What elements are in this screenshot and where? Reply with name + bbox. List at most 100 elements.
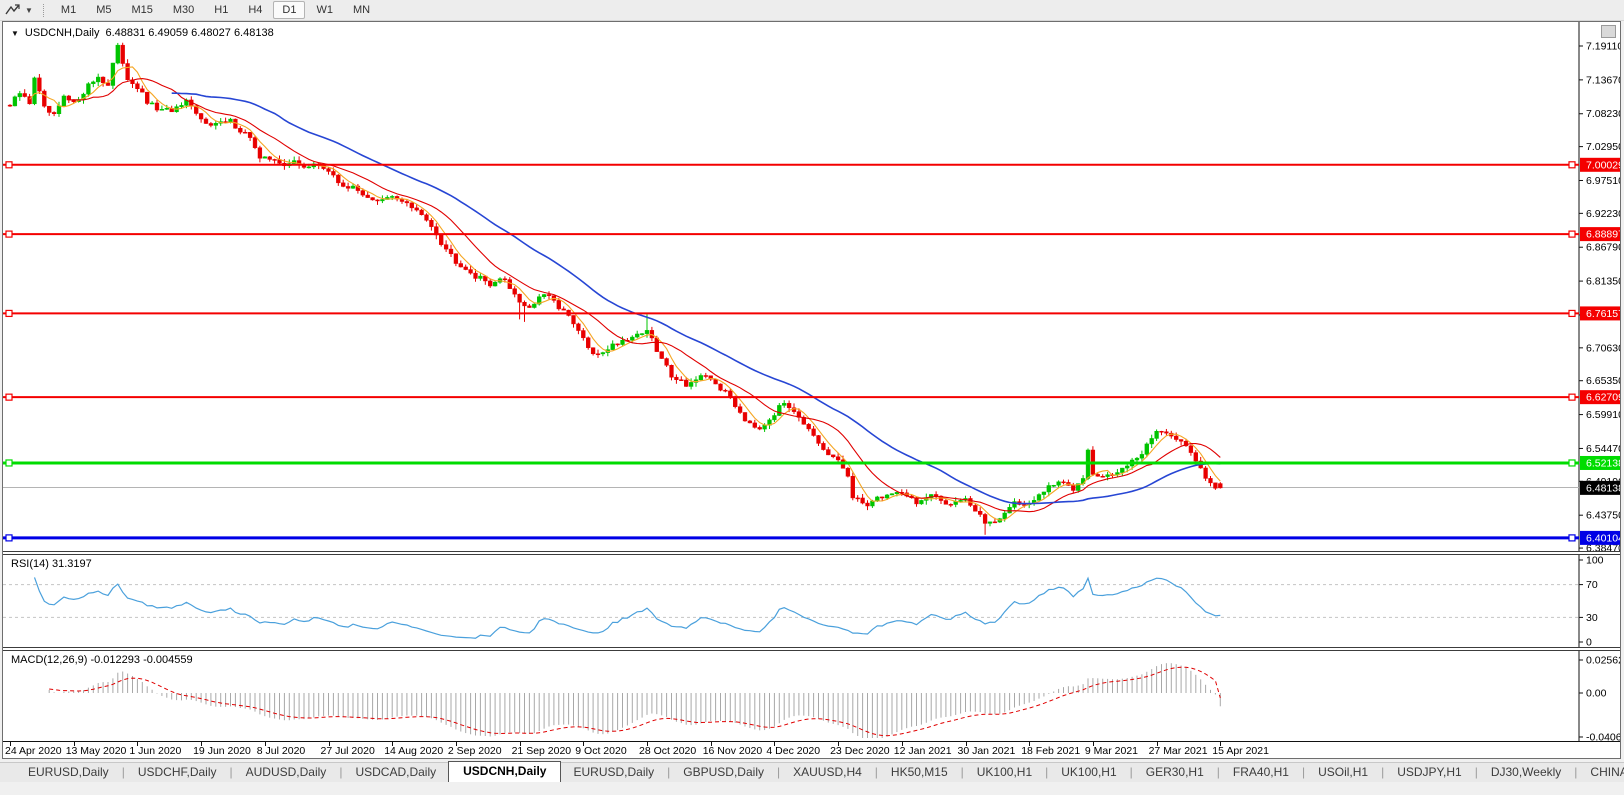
- chart-tab-usoil-h1[interactable]: USOil,H1: [1306, 763, 1380, 782]
- time-axis-label: 18 Feb 2021: [1021, 745, 1080, 757]
- chart-tab-usdchf-daily[interactable]: USDCHF,Daily: [126, 763, 229, 782]
- chart-tab-uk100-h1[interactable]: UK100,H1: [965, 763, 1044, 782]
- svg-text:7.08230: 7.08230: [1586, 108, 1620, 120]
- timeframe-button-w1[interactable]: W1: [307, 1, 342, 19]
- time-axis-label: 16 Nov 2020: [703, 745, 763, 757]
- price-axis[interactable]: 7.19110 7.13670 7.08230 7.02950 6.97510 6.922…: [1579, 22, 1620, 551]
- time-axis-label: 27 Mar 2021: [1149, 745, 1208, 757]
- svg-text:6.70630: 6.70630: [1586, 342, 1620, 354]
- macd-chart-surface[interactable]: 0.025623 0.00 -0.040687: [3, 651, 1620, 741]
- svg-text:7.02950: 7.02950: [1586, 141, 1620, 153]
- time-axis-label: 4 Dec 2020: [766, 745, 820, 757]
- time-axis-label: 19 Jun 2020: [193, 745, 251, 757]
- chart-tab-usdcad-daily[interactable]: USDCAD,Daily: [343, 763, 448, 782]
- chart-title: ▼ USDCNH,Daily 6.48831 6.49059 6.48027 6…: [11, 27, 274, 39]
- level-lines-layer[interactable]: 7.00029 6.88897 6.76157 6.62709 6.52138 6.401…: [3, 158, 1620, 545]
- chart-tab-fra40-h1[interactable]: FRA40,H1: [1221, 763, 1301, 782]
- rsi-line: [35, 577, 1221, 638]
- svg-text:6.92230: 6.92230: [1586, 208, 1620, 220]
- time-axis-label: 30 Jan 2021: [958, 745, 1016, 757]
- svg-text:6.76157: 6.76157: [1586, 308, 1620, 320]
- rsi-pane: 100 70 30 0 RSI(14) 31.3197: [3, 555, 1620, 647]
- time-axis-label: 12 Jan 2021: [894, 745, 952, 757]
- svg-text:6.65350: 6.65350: [1586, 375, 1620, 387]
- current-price-label: 6.48138: [1580, 481, 1620, 495]
- svg-text:30: 30: [1586, 612, 1598, 624]
- time-axis-label: 2 Sep 2020: [448, 745, 502, 757]
- svg-text:0: 0: [1586, 637, 1592, 648]
- rsi-label: RSI(14) 31.3197: [11, 558, 92, 570]
- chart-tab-usdjpy-h1[interactable]: USDJPY,H1: [1385, 763, 1473, 782]
- timeframe-button-m15[interactable]: M15: [122, 1, 161, 19]
- chart-window: 7.19110 7.13670 7.08230 7.02950 6.97510 6.922…: [2, 21, 1621, 759]
- chart-tab-dj30-weekly[interactable]: DJ30,Weekly: [1479, 763, 1573, 782]
- price-chart-surface[interactable]: 7.19110 7.13670 7.08230 7.02950 6.97510 6.922…: [3, 22, 1620, 551]
- svg-text:6.40104: 6.40104: [1586, 532, 1620, 544]
- svg-text:6.43750: 6.43750: [1586, 510, 1620, 522]
- svg-text:0.025623: 0.025623: [1586, 654, 1620, 666]
- chart-tab-uk100-h1[interactable]: UK100,H1: [1049, 763, 1128, 782]
- time-axis[interactable]: 24 Apr 2020 13 May 20201 Jun 2020 19 Jun 2…: [3, 741, 1620, 758]
- timeframe-button-h4[interactable]: H4: [239, 1, 271, 19]
- time-axis-label: 27 Jul 2020: [321, 745, 375, 757]
- chart-tab-usdcnh-daily[interactable]: USDCNH,Daily: [448, 761, 561, 782]
- svg-text:6.81350: 6.81350: [1586, 276, 1620, 288]
- timeframe-button-d1[interactable]: D1: [273, 1, 305, 19]
- svg-text:6.48138: 6.48138: [1586, 482, 1620, 494]
- chart-tab-xauusd-h4[interactable]: XAUUSD,H4: [781, 763, 874, 782]
- timeframe-buttons: M1M5M15M30H1H4D1W1MN: [51, 1, 380, 19]
- time-axis-label: 8 Jul 2020: [257, 745, 305, 757]
- time-axis-label: 1 Jun 2020: [129, 745, 181, 757]
- timeframe-button-m5[interactable]: M5: [87, 1, 120, 19]
- svg-text:6.97510: 6.97510: [1586, 175, 1620, 187]
- svg-text:6.62709: 6.62709: [1586, 392, 1620, 404]
- time-axis-label: 15 Apr 2021: [1212, 745, 1269, 757]
- chart-tab-china300-h1[interactable]: CHINA300,H1: [1578, 763, 1624, 782]
- timeframe-button-h1[interactable]: H1: [205, 1, 237, 19]
- macd-pane: 0.025623 0.00 -0.040687 MACD(12,26,9) -0.0…: [3, 651, 1620, 741]
- chart-tabbar: EURUSD,Daily|USDCHF,Daily|AUDUSD,Daily|U…: [0, 762, 1624, 782]
- svg-text:100: 100: [1586, 555, 1604, 567]
- svg-text:6.88897: 6.88897: [1586, 229, 1620, 241]
- zigzag-line-icon: [5, 3, 21, 17]
- time-axis-label: 9 Oct 2020: [575, 745, 626, 757]
- chart-tab-audusd-daily[interactable]: AUDUSD,Daily: [234, 763, 339, 782]
- chart-tab-eurusd-daily[interactable]: EURUSD,Daily: [561, 763, 666, 782]
- svg-text:7.00029: 7.00029: [1586, 159, 1620, 171]
- price-pane: 7.19110 7.13670 7.08230 7.02950 6.97510 6.922…: [3, 22, 1620, 551]
- svg-text:6.52138: 6.52138: [1586, 457, 1620, 469]
- chart-tab-eurusd-daily[interactable]: EURUSD,Daily: [16, 763, 121, 782]
- chart-ohlc-values: 6.48831 6.49059 6.48027 6.48138: [105, 27, 273, 39]
- macd-label: MACD(12,26,9) -0.012293 -0.004559: [11, 654, 193, 666]
- top-toolbar: ▼ M1M5M15M30H1H4D1W1MN: [0, 0, 1624, 21]
- timeframe-button-m30[interactable]: M30: [164, 1, 203, 19]
- chart-tab-hk50-m15[interactable]: HK50,M15: [879, 763, 960, 782]
- chart-scroll-thumb[interactable]: [1601, 25, 1616, 38]
- chart-tab-gbpusd-daily[interactable]: GBPUSD,Daily: [671, 763, 776, 782]
- svg-text:70: 70: [1586, 579, 1598, 591]
- svg-text:7.13670: 7.13670: [1586, 74, 1620, 86]
- chart-tab-ger30-h1[interactable]: GER30,H1: [1134, 763, 1216, 782]
- time-axis-label: 24 Apr 2020: [5, 745, 62, 757]
- time-axis-label: 28 Oct 2020: [639, 745, 696, 757]
- toolbar-grip[interactable]: [43, 4, 44, 17]
- tool-dropdown-icon[interactable]: ▼: [25, 6, 33, 15]
- candles-layer: [8, 43, 1222, 535]
- rsi-chart-surface[interactable]: 100 70 30 0: [3, 555, 1620, 647]
- svg-text:0.00: 0.00: [1586, 688, 1607, 700]
- time-axis-label: 23 Dec 2020: [830, 745, 890, 757]
- svg-text:6.59910: 6.59910: [1586, 409, 1620, 421]
- svg-text:-0.040687: -0.040687: [1586, 731, 1620, 741]
- svg-text:6.54470: 6.54470: [1586, 443, 1620, 455]
- ma-lines-layer: [30, 67, 1221, 520]
- svg-text:6.86790: 6.86790: [1586, 242, 1620, 254]
- time-axis-label: 13 May 2020: [66, 745, 127, 757]
- cursor-tool-icon[interactable]: [4, 2, 22, 18]
- time-axis-label: 21 Sep 2020: [512, 745, 572, 757]
- timeframe-button-m1[interactable]: M1: [52, 1, 85, 19]
- chart-symbol-label: USDCNH,Daily: [25, 27, 100, 39]
- svg-text:7.19110: 7.19110: [1586, 41, 1620, 53]
- chart-collapse-icon[interactable]: ▼: [11, 29, 19, 38]
- timeframe-button-mn[interactable]: MN: [344, 1, 379, 19]
- time-axis-label: 9 Mar 2021: [1085, 745, 1138, 757]
